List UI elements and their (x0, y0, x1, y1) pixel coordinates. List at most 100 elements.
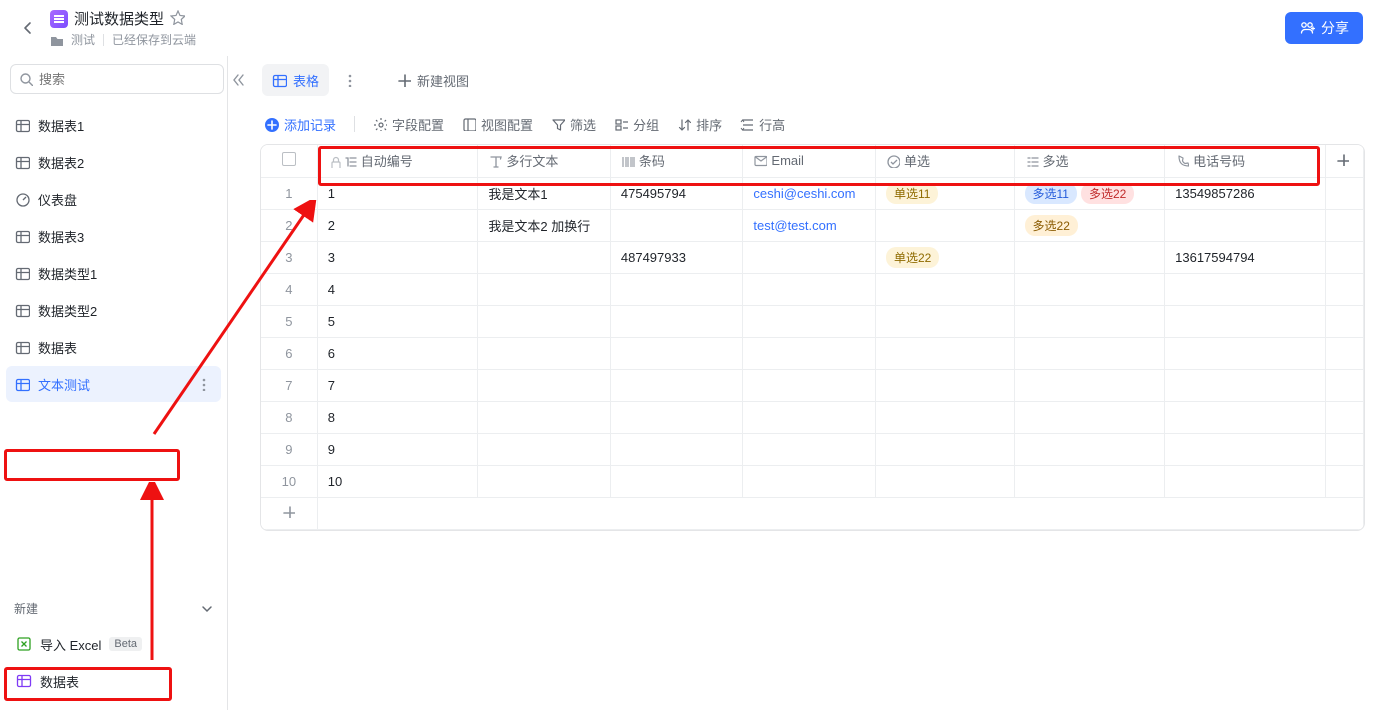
cell-autonum[interactable]: 8 (317, 401, 478, 433)
column-header-single[interactable]: 单选 (875, 145, 1014, 177)
cell-multi[interactable] (1014, 401, 1165, 433)
cell-barcode[interactable] (610, 273, 743, 305)
row-height-button[interactable]: 行高 (740, 115, 785, 134)
cell-multi[interactable] (1014, 369, 1165, 401)
cell-email[interactable] (743, 465, 876, 497)
cell-single[interactable] (875, 401, 1014, 433)
favorite-button[interactable] (170, 10, 185, 28)
cell-text[interactable] (478, 241, 611, 273)
column-header-multi[interactable]: 多选 (1014, 145, 1165, 177)
cell-autonum[interactable]: 5 (317, 305, 478, 337)
column-header-autonum[interactable]: 自动编号 (317, 145, 478, 177)
cell-autonum[interactable]: 7 (317, 369, 478, 401)
cell-multi[interactable] (1014, 273, 1165, 305)
new-table-item[interactable]: 数据表 (6, 663, 221, 699)
table-row[interactable]: 77 (261, 369, 1364, 401)
cell-text[interactable] (478, 273, 611, 305)
view-tab-grid[interactable]: 表格 (262, 64, 329, 96)
column-header-text[interactable]: 多行文本 (478, 145, 611, 177)
cell-barcode[interactable] (610, 465, 743, 497)
table-row[interactable]: 1010 (261, 465, 1364, 497)
sidebar-item-2[interactable]: 仪表盘 (6, 181, 221, 217)
cell-email[interactable] (743, 305, 876, 337)
cell-email[interactable]: ceshi@ceshi.com (743, 177, 876, 209)
cell-multi[interactable] (1014, 305, 1165, 337)
table-row[interactable]: 44 (261, 273, 1364, 305)
add-record-button[interactable]: 添加记录 (264, 115, 336, 134)
cell-barcode[interactable] (610, 369, 743, 401)
cell-autonum[interactable]: 1 (317, 177, 478, 209)
cell-single[interactable]: 单选11 (875, 177, 1014, 209)
sidebar-item-3[interactable]: 数据表3 (6, 218, 221, 254)
cell-phone[interactable]: 13617594794 (1165, 241, 1326, 273)
cell-phone[interactable]: 13549857286 (1165, 177, 1326, 209)
table-row[interactable]: 11我是文本1475495794ceshi@ceshi.com单选11多选11多… (261, 177, 1364, 209)
checkbox-header[interactable] (261, 145, 317, 177)
field-config-button[interactable]: 字段配置 (373, 115, 444, 134)
add-row[interactable] (261, 497, 1364, 529)
share-button[interactable]: 分享 (1285, 12, 1363, 44)
cell-autonum[interactable]: 4 (317, 273, 478, 305)
add-column-button[interactable] (1325, 145, 1363, 177)
table-row[interactable]: 22我是文本2 加换行test@test.com多选22 (261, 209, 1364, 241)
search-input[interactable] (39, 72, 215, 87)
cell-multi[interactable] (1014, 337, 1165, 369)
cell-phone[interactable] (1165, 433, 1326, 465)
cell-barcode[interactable] (610, 305, 743, 337)
cell-text[interactable] (478, 401, 611, 433)
cell-email[interactable] (743, 369, 876, 401)
column-header-phone[interactable]: 电话号码 (1165, 145, 1326, 177)
cell-email[interactable]: test@test.com (743, 209, 876, 241)
cell-barcode[interactable] (610, 209, 743, 241)
cell-autonum[interactable]: 6 (317, 337, 478, 369)
cell-text[interactable] (478, 433, 611, 465)
cell-single[interactable] (875, 337, 1014, 369)
cell-multi[interactable] (1014, 433, 1165, 465)
cell-phone[interactable] (1165, 305, 1326, 337)
filter-button[interactable]: 筛选 (551, 115, 596, 134)
cell-autonum[interactable]: 2 (317, 209, 478, 241)
cell-phone[interactable] (1165, 337, 1326, 369)
view-config-button[interactable]: 视图配置 (462, 115, 533, 134)
sidebar-item-0[interactable]: 数据表1 (6, 107, 221, 143)
sidebar-item-5[interactable]: 数据类型2 (6, 292, 221, 328)
sidebar-item-7[interactable]: 文本测试 (6, 366, 221, 402)
sidebar-item-6[interactable]: 数据表 (6, 329, 221, 365)
cell-barcode[interactable] (610, 433, 743, 465)
sidebar-item-4[interactable]: 数据类型1 (6, 255, 221, 291)
cell-barcode[interactable]: 487497933 (610, 241, 743, 273)
cell-single[interactable] (875, 465, 1014, 497)
cell-autonum[interactable]: 9 (317, 433, 478, 465)
cell-email[interactable] (743, 241, 876, 273)
cell-barcode[interactable] (610, 337, 743, 369)
cell-single[interactable] (875, 433, 1014, 465)
cell-text[interactable] (478, 305, 611, 337)
cell-phone[interactable] (1165, 209, 1326, 241)
search-box[interactable] (10, 64, 224, 94)
new-section-header[interactable]: 新建 (4, 591, 223, 625)
cell-text[interactable]: 我是文本1 (478, 177, 611, 209)
cell-barcode[interactable]: 475495794 (610, 177, 743, 209)
cell-phone[interactable] (1165, 465, 1326, 497)
cell-single[interactable] (875, 305, 1014, 337)
back-button[interactable] (14, 14, 42, 42)
table-row[interactable]: 99 (261, 433, 1364, 465)
view-tab-more[interactable] (339, 68, 363, 92)
cell-phone[interactable] (1165, 401, 1326, 433)
cell-autonum[interactable]: 10 (317, 465, 478, 497)
new-view-button[interactable]: 新建视图 (391, 64, 475, 96)
cell-text[interactable] (478, 465, 611, 497)
cell-text[interactable] (478, 369, 611, 401)
cell-multi[interactable] (1014, 465, 1165, 497)
cell-email[interactable] (743, 433, 876, 465)
cell-email[interactable] (743, 401, 876, 433)
table-row[interactable]: 55 (261, 305, 1364, 337)
sidebar-item-more[interactable] (193, 372, 217, 396)
cell-single[interactable] (875, 369, 1014, 401)
cell-multi[interactable]: 多选11多选22 (1014, 177, 1165, 209)
table-row[interactable]: 88 (261, 401, 1364, 433)
add-row-button[interactable] (261, 497, 317, 529)
cell-multi[interactable]: 多选22 (1014, 209, 1165, 241)
sort-button[interactable]: 排序 (677, 115, 722, 134)
cell-single[interactable]: 单选22 (875, 241, 1014, 273)
